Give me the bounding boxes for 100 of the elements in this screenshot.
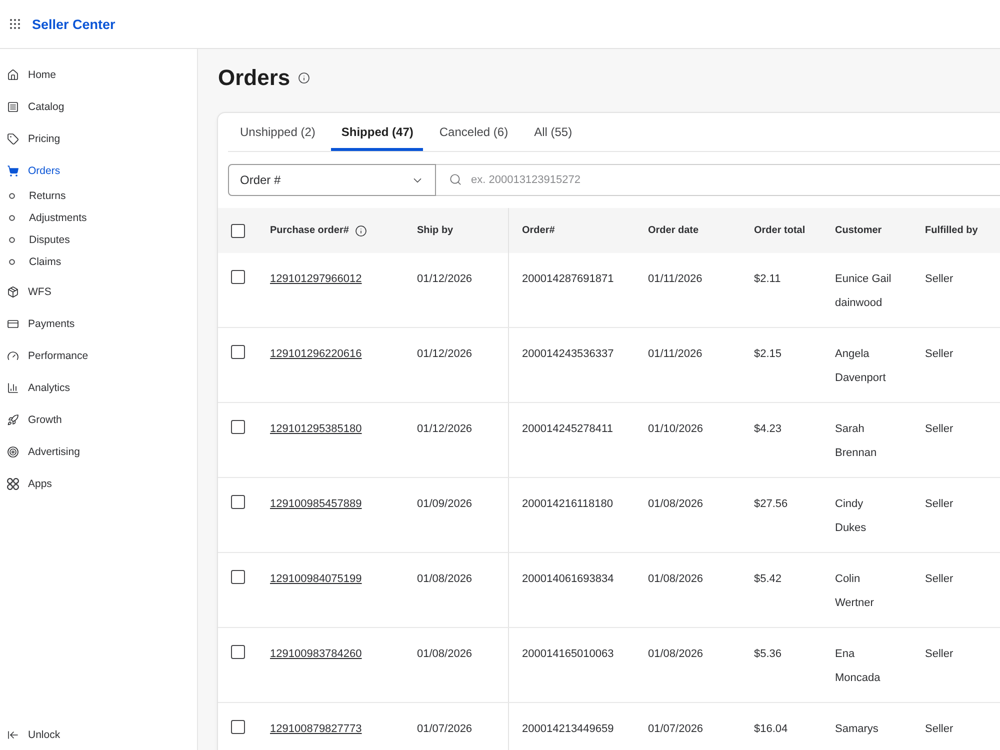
table-cell-text: $2.11: [754, 272, 781, 287]
tab[interactable]: Shipped (47): [331, 113, 424, 151]
table-cell-text: $5.36: [754, 647, 782, 662]
tab[interactable]: Unshipped (2): [230, 113, 326, 151]
table-cell-text: 200014061693834: [522, 572, 614, 587]
credit-card-icon: [7, 318, 19, 330]
checkbox[interactable]: [231, 270, 245, 284]
table-cell-text: 01/08/2026: [648, 572, 704, 587]
checkbox[interactable]: [231, 570, 245, 584]
table-cell-text: 01/12/2026: [417, 422, 472, 437]
table-cell-text: 200014216118180: [522, 497, 613, 512]
table-cell-text: 01/08/2026: [417, 572, 472, 587]
table-cell-text: Seller: [925, 272, 954, 287]
table-cell-text: Samarys: [835, 722, 880, 737]
column-header: Fulfilled by: [925, 225, 978, 236]
table-cell-text: 01/11/2026: [648, 347, 702, 362]
table-cell-text: Sarah Brennan: [835, 422, 878, 461]
checkbox[interactable]: [231, 645, 245, 659]
tag-icon: [7, 133, 19, 145]
table-cell-text: 200014243536337: [522, 347, 614, 362]
home-icon: [7, 69, 19, 81]
dots-grid-icon[interactable]: [10, 19, 20, 29]
circles-grid-icon: [7, 478, 19, 490]
order-link[interactable]: 129101296220616: [270, 342, 362, 366]
bullet-icon: [9, 193, 15, 199]
checkbox[interactable]: [231, 224, 245, 238]
table-cell-text: Seller: [925, 572, 954, 587]
nav-item[interactable]: Performance: [0, 340, 94, 372]
table-cell-text: $5.42: [754, 572, 782, 587]
table-cell-text: 01/08/2026: [417, 647, 472, 662]
table-cell-text: 01/08/2026: [648, 497, 704, 512]
nav-subitem[interactable]: Returns: [0, 185, 72, 207]
nav-item[interactable]: Growth: [0, 404, 68, 436]
nav-item[interactable]: Advertising: [0, 436, 86, 468]
arrow-to-line-icon: [7, 729, 19, 741]
nav-item[interactable]: Payments: [0, 308, 81, 340]
unlock-button[interactable]: Unlock: [0, 720, 66, 750]
checkbox[interactable]: [231, 495, 245, 509]
bullet-icon: [9, 215, 15, 221]
table-cell-text: 01/12/2026: [417, 272, 472, 287]
column-header: Customer: [835, 225, 882, 236]
column-header: Purchase order#: [270, 225, 349, 236]
checkbox[interactable]: [231, 420, 245, 434]
order-link[interactable]: 129100984075199: [270, 567, 362, 591]
table-cell-text: $2.15: [754, 347, 782, 362]
order-link[interactable]: 129100879827773: [270, 717, 362, 741]
checkbox[interactable]: [231, 720, 245, 734]
table-cell-text: 200014245278411: [522, 422, 613, 437]
table-cell-text: $16.04: [754, 722, 788, 737]
nav-item[interactable]: Analytics: [0, 372, 76, 404]
target-icon: [7, 446, 19, 458]
nav-item[interactable]: Home: [0, 59, 62, 91]
table-cell-text: Seller: [925, 722, 954, 737]
order-type-select[interactable]: Order #: [228, 164, 436, 196]
table-cell-text: 01/10/2026: [648, 422, 704, 437]
gauge-icon: [7, 350, 19, 362]
nav-item[interactable]: Catalog: [0, 91, 70, 123]
box-icon: [7, 286, 19, 298]
table-cell-text: 01/11/2026: [648, 272, 702, 287]
bullet-icon: [9, 237, 15, 243]
column-header: Order#: [522, 225, 555, 236]
nav-item[interactable]: Apps: [0, 468, 58, 500]
bar-chart-icon: [7, 382, 19, 394]
page-title: Orders: [218, 64, 290, 92]
info-icon[interactable]: [298, 72, 310, 84]
table-cell-text: 01/07/2026: [648, 722, 704, 737]
nav-item[interactable]: Pricing: [0, 123, 66, 155]
table-cell-text: $4.23: [754, 422, 782, 437]
table-cell-text: Eunice Gail dainwood: [835, 272, 892, 311]
order-link[interactable]: 129101297966012: [270, 267, 362, 291]
table-cell-text: Seller: [925, 422, 954, 437]
table-cell-text: 01/07/2026: [417, 722, 472, 737]
rocket-icon: [7, 414, 19, 426]
table-cell-text: $27.56: [754, 497, 788, 512]
column-header: Order total: [754, 225, 806, 236]
table-cell-text: Colin Wertner: [835, 572, 875, 611]
table-cell-text: Seller: [925, 347, 954, 362]
tab[interactable]: All (55): [524, 113, 582, 151]
nav-item[interactable]: Orders: [0, 155, 66, 187]
table-cell-text: Cindy Dukes: [835, 497, 868, 536]
column-header: Order date: [648, 225, 699, 236]
nav-subitem[interactable]: Disputes: [0, 229, 76, 251]
table-cell-text: Seller: [925, 497, 954, 512]
order-link[interactable]: 129100985457889: [270, 492, 362, 516]
info-icon[interactable]: [354, 224, 367, 236]
nav-subitem[interactable]: Adjustments: [0, 207, 93, 229]
table-cell-text: 200014165010063: [522, 647, 614, 662]
search-field[interactable]: ex. 200013123915272: [436, 164, 1000, 196]
list-icon: [7, 101, 19, 113]
tab[interactable]: Canceled (6): [429, 113, 518, 151]
order-link[interactable]: 129101295385180: [270, 417, 362, 441]
table-cell-text: Angela Davenport: [835, 347, 887, 386]
nav-subitem[interactable]: Claims: [0, 251, 68, 273]
cart-icon: [7, 165, 19, 177]
checkbox[interactable]: [231, 345, 245, 359]
order-link[interactable]: 129100983784260: [270, 642, 362, 666]
nav-item[interactable]: WFS: [0, 276, 58, 308]
table-cell-text: Ena Moncada: [835, 647, 882, 686]
table-cell-text: 200014287691871: [522, 272, 614, 287]
table-cell-text: Seller: [925, 647, 954, 662]
